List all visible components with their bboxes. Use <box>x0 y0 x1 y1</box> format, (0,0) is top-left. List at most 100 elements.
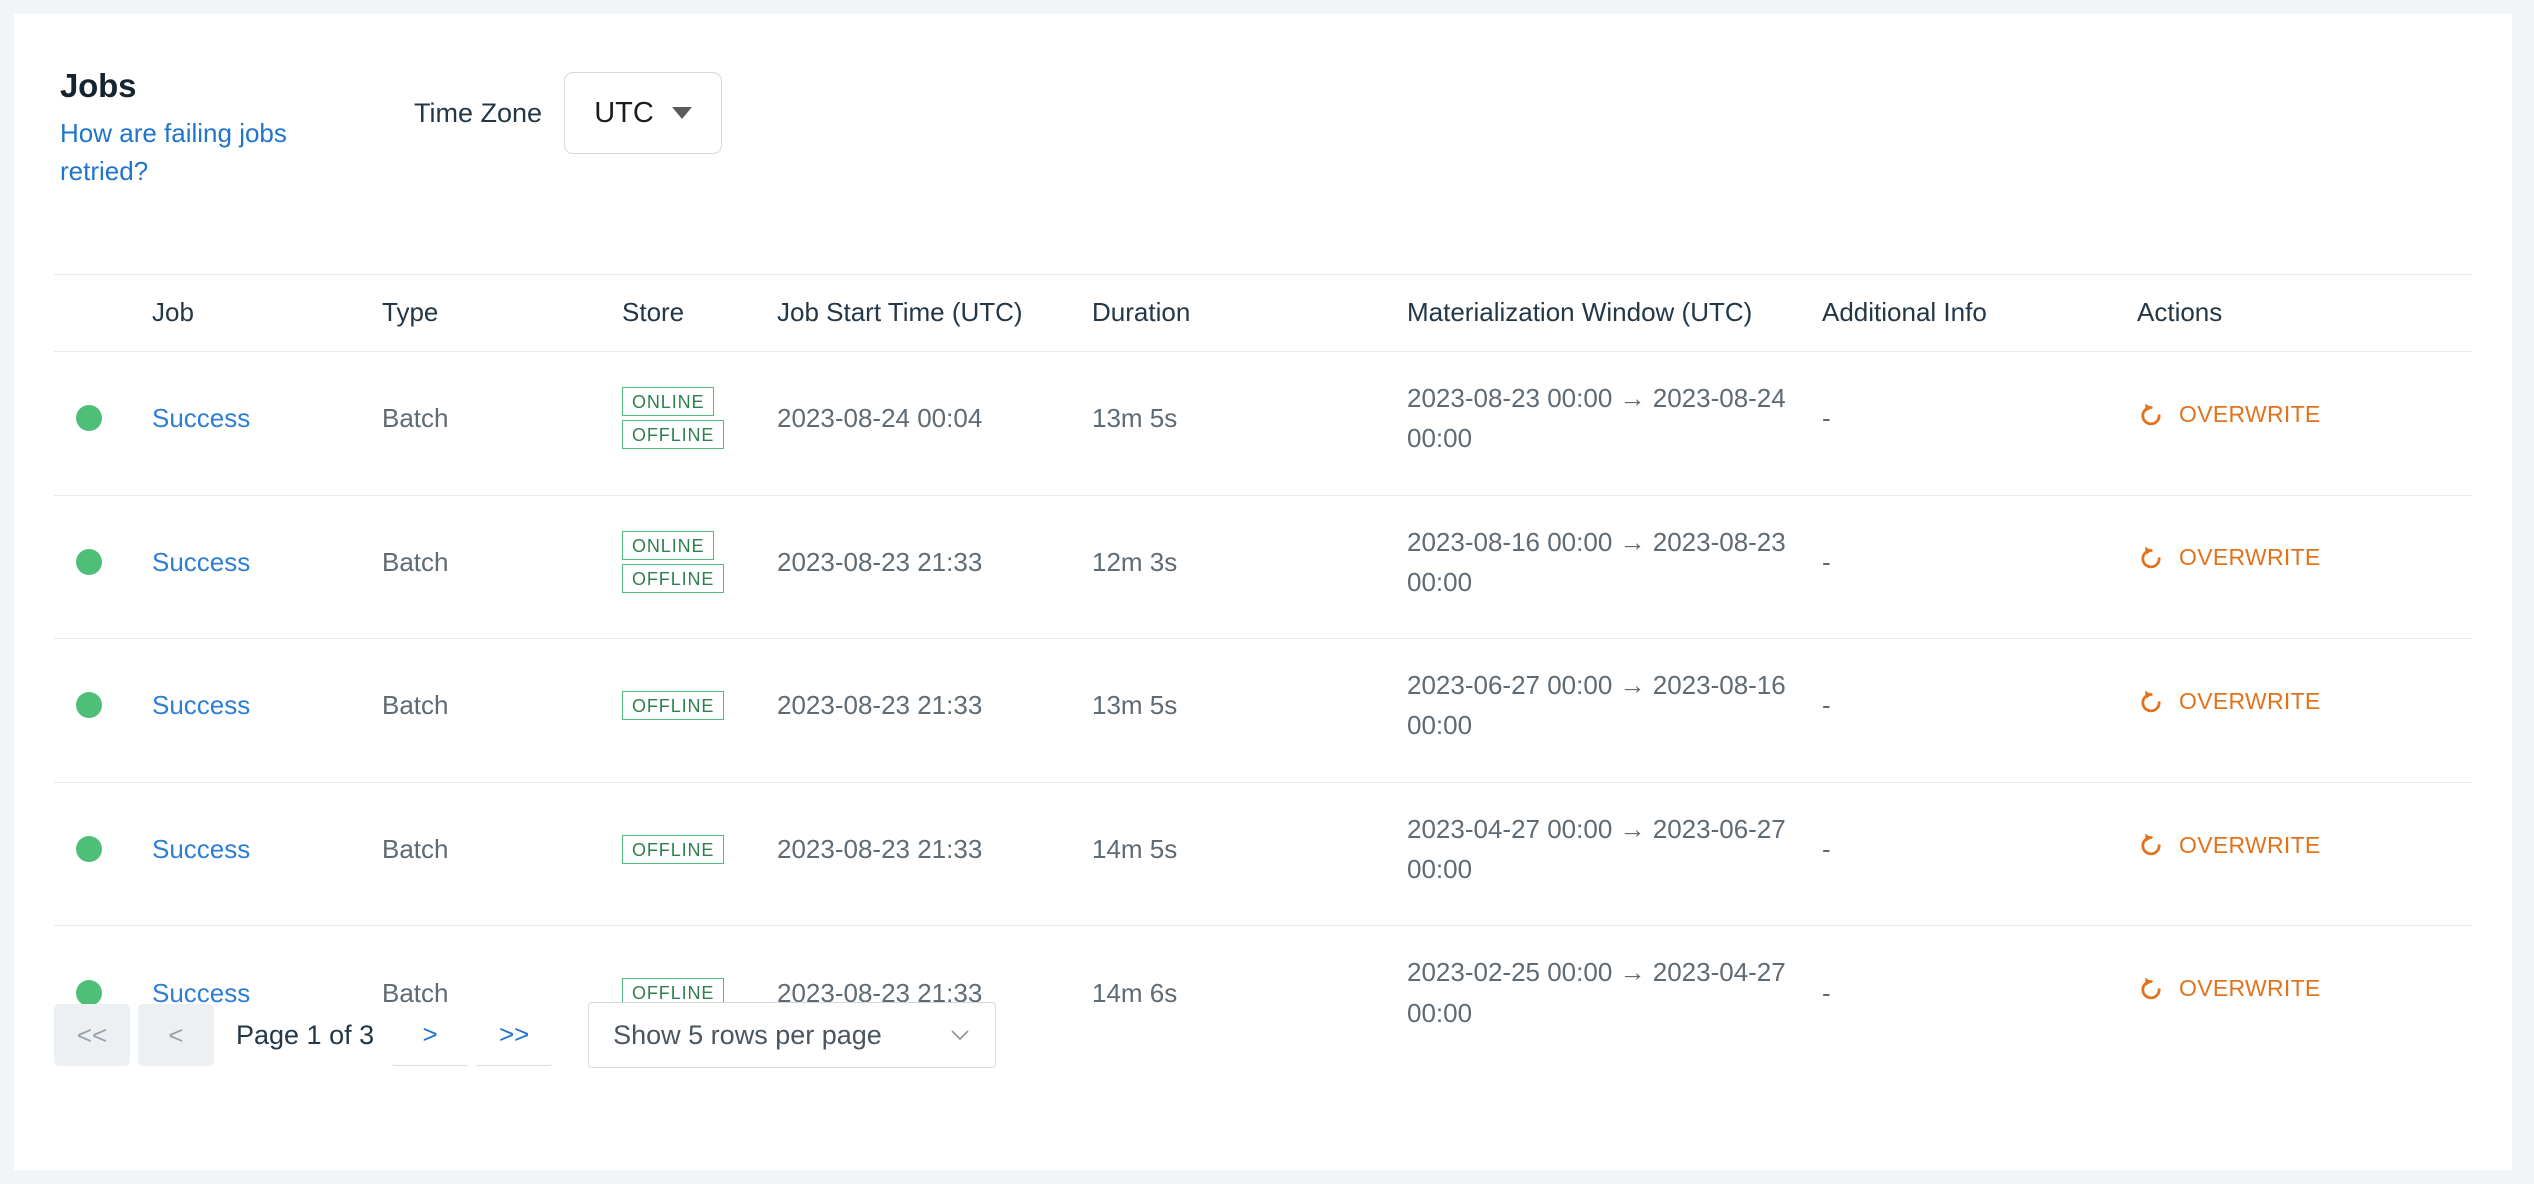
title-block: Jobs How are failing jobs retried? <box>60 67 360 191</box>
status-cell <box>54 495 152 640</box>
actions-cell: OVERWRITE <box>2137 495 2472 640</box>
type-cell: Batch <box>382 638 622 783</box>
job-start-time-cell: 2023-08-23 21:33 <box>777 638 1092 783</box>
jobs-table-body: Success Batch ONLINE OFFLINE 2023-08-24 00:0… <box>54 351 2472 1069</box>
jobs-header: Jobs How are failing jobs retried? Time … <box>14 14 2512 260</box>
overwrite-label: OVERWRITE <box>2179 687 2321 714</box>
page-title: Jobs <box>60 67 137 104</box>
status-indicator-dot <box>76 692 102 719</box>
timezone-value: UTC <box>594 96 654 129</box>
materialization-window-cell: 2023-04-27 00:00 → 2023-06-27 00:00 <box>1407 782 1822 927</box>
column-header-store: Store <box>622 274 777 352</box>
table-row: Success Batch OFFLINE 2023-08-23 21:33 13m 5… <box>54 638 2472 783</box>
column-header-actions: Actions <box>2137 274 2472 352</box>
overwrite-button[interactable]: OVERWRITE <box>2137 971 2321 1007</box>
actions-cell: OVERWRITE <box>2137 351 2472 496</box>
status-indicator-dot <box>76 405 102 432</box>
last-page-button[interactable]: >> <box>476 1004 553 1066</box>
overwrite-button[interactable]: OVERWRITE <box>2137 828 2321 864</box>
job-start-time-cell: 2023-08-23 21:33 <box>777 495 1092 640</box>
help-link-failing-jobs[interactable]: How are failing jobs retried? <box>60 115 290 190</box>
job-status-link[interactable]: Success <box>152 690 250 720</box>
additional-info-cell: - <box>1822 495 2137 640</box>
column-header-additional-info: Additional Info <box>1822 274 2137 352</box>
duration-cell: 14m 6s <box>1092 977 1178 1008</box>
materialization-window-cell: 2023-08-16 00:00 → 2023-08-23 00:00 <box>1407 495 1822 640</box>
undo-rotate-icon <box>2141 690 2161 712</box>
jobs-card: Jobs How are failing jobs retried? Time … <box>14 14 2512 1170</box>
chevron-down-icon <box>671 107 692 119</box>
table-header-row: Job Type Store Job Start Time (UTC) Dura… <box>54 274 2472 352</box>
store-cell: OFFLINE <box>622 638 777 783</box>
table-row: Success Batch OFFLINE 2023-08-23 21:33 14m 5… <box>54 782 2472 927</box>
overwrite-button[interactable]: OVERWRITE <box>2137 397 2321 433</box>
job-cell: Success <box>152 351 382 496</box>
chevron-down-icon <box>951 1030 969 1040</box>
store-badge-stack: ONLINE OFFLINE <box>622 387 777 450</box>
first-page-button[interactable]: << <box>54 1004 130 1066</box>
store-cell: OFFLINE <box>622 782 777 927</box>
timezone-label: Time Zone <box>414 97 543 128</box>
page-info: Page 1 of 3 <box>236 1019 375 1050</box>
duration-cell: 12m 3s <box>1092 495 1407 640</box>
table-row: Success Batch ONLINE OFFLINE 2023-08-23 21:3… <box>54 495 2472 640</box>
store-badge-stack: OFFLINE <box>622 690 777 720</box>
overwrite-label: OVERWRITE <box>2179 975 2321 1002</box>
store-badge: OFFLINE <box>622 420 725 450</box>
status-cell <box>54 638 152 783</box>
status-indicator-dot <box>76 836 102 863</box>
rows-per-page-select[interactable]: Show 5 rows per page <box>588 1002 997 1068</box>
store-badge: OFFLINE <box>622 834 725 864</box>
prev-page-button[interactable]: < <box>138 1004 214 1066</box>
additional-info-cell: - <box>1822 638 2137 783</box>
pagination: << < Page 1 of 3 > >> Show 5 rows per pa… <box>54 1002 997 1068</box>
status-cell <box>54 351 152 496</box>
next-page-button[interactable]: > <box>392 1004 469 1066</box>
overwrite-label: OVERWRITE <box>2179 831 2321 858</box>
store-cell: ONLINE OFFLINE <box>622 351 777 496</box>
overwrite-label: OVERWRITE <box>2179 400 2321 427</box>
overwrite-label: OVERWRITE <box>2179 544 2321 571</box>
store-badge: ONLINE <box>622 530 715 560</box>
duration-cell: 13m 5s <box>1092 351 1407 496</box>
job-status-link[interactable]: Success <box>152 834 250 864</box>
timezone-control: Time Zone UTC <box>414 72 723 154</box>
column-header-type: Type <box>382 274 622 352</box>
job-cell: Success <box>152 782 382 927</box>
actions-cell: OVERWRITE <box>2137 926 2472 1069</box>
overwrite-button[interactable]: OVERWRITE <box>2137 684 2321 720</box>
undo-rotate-icon <box>2141 977 2161 1000</box>
additional-info-cell: - <box>1822 351 2137 496</box>
undo-rotate-icon <box>2141 546 2161 569</box>
store-badge-stack: ONLINE OFFLINE <box>622 530 777 593</box>
undo-rotate-icon <box>2141 403 2161 425</box>
actions-cell: OVERWRITE <box>2137 638 2472 783</box>
job-status-link[interactable]: Success <box>152 403 250 433</box>
duration-cell: 13m 5s <box>1092 638 1407 783</box>
store-badge: OFFLINE <box>622 690 725 720</box>
table-row: Success Batch ONLINE OFFLINE 2023-08-24 00:0… <box>54 351 2472 496</box>
timezone-select[interactable]: UTC <box>564 72 723 154</box>
duration-cell: 14m 5s <box>1092 782 1407 927</box>
rows-per-page-label: Show 5 rows per page <box>613 1019 882 1050</box>
actions-cell: OVERWRITE <box>2137 782 2472 927</box>
status-cell <box>54 782 152 927</box>
job-status-link[interactable]: Success <box>152 547 250 577</box>
store-badge: OFFLINE <box>622 563 725 593</box>
jobs-table-head: Job Type Store Job Start Time (UTC) Dura… <box>54 274 2472 352</box>
store-badge: ONLINE <box>622 387 715 417</box>
materialization-window-cell: 2023-06-27 00:00 → 2023-08-16 00:00 <box>1407 638 1822 783</box>
additional-info-cell: - <box>1822 977 1831 1008</box>
column-header-status <box>54 274 152 352</box>
overwrite-button[interactable]: OVERWRITE <box>2137 540 2321 576</box>
column-header-duration: Duration <box>1092 274 1407 352</box>
job-cell: Success <box>152 638 382 783</box>
job-start-time-cell: 2023-08-24 00:04 <box>777 351 1092 496</box>
job-cell: Success <box>152 495 382 640</box>
status-indicator-dot <box>76 548 102 575</box>
materialization-window-cell: 2023-08-23 00:00 → 2023-08-24 00:00 <box>1407 351 1822 496</box>
column-header-job: Job <box>152 274 382 352</box>
store-cell: ONLINE OFFLINE <box>622 495 777 640</box>
type-cell: Batch <box>382 351 622 496</box>
materialization-window-cell: 2023-02-25 00:00 → 2023-04-27 00:00 <box>1407 957 1786 1028</box>
